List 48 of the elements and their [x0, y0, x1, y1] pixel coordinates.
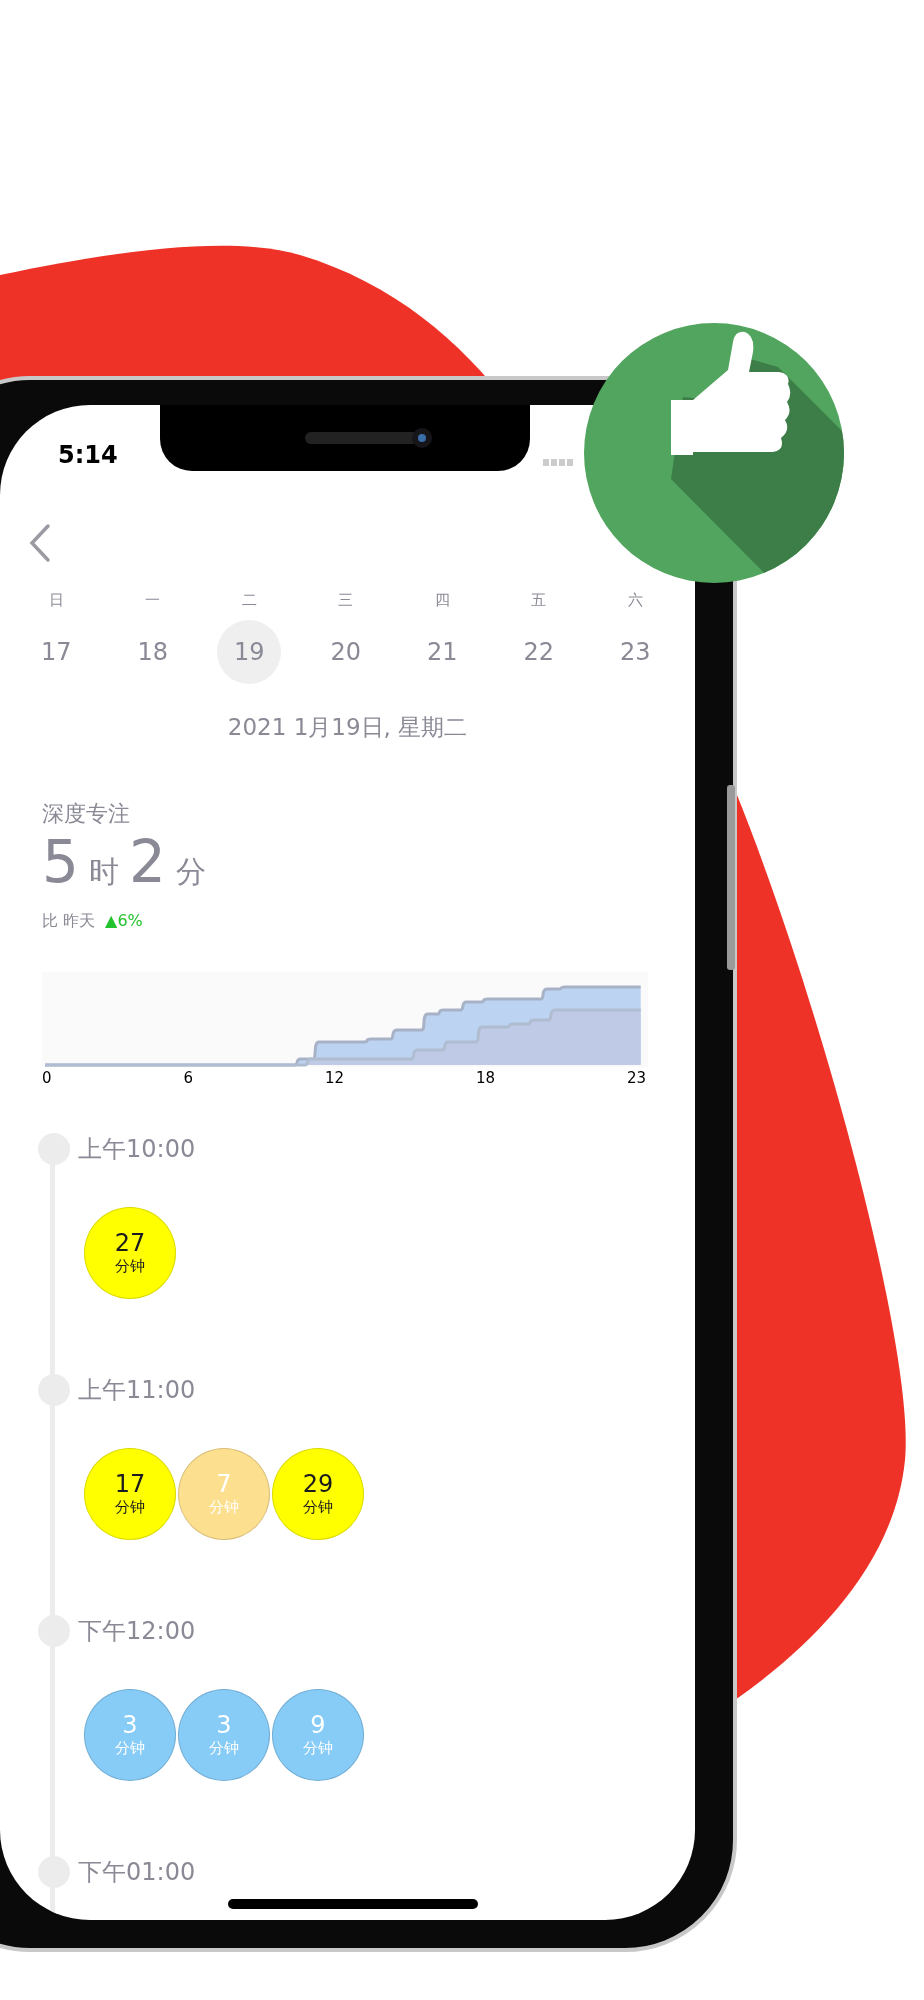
weekday-label: 一: [144, 590, 162, 611]
minutes-unit: 分钟: [303, 1738, 333, 1758]
hours-value: 5: [42, 829, 79, 895]
weekday-label: 五: [530, 590, 548, 611]
change-value: ▲6%: [105, 910, 143, 932]
minutes-value: 2: [128, 829, 166, 895]
time-label: 上午10:00: [78, 1134, 197, 1165]
date-item[interactable]: 17: [24, 620, 89, 684]
date-item[interactable]: 23: [603, 620, 668, 684]
date-item[interactable]: 22: [506, 620, 571, 684]
axis-label: 6: [183, 1068, 193, 1089]
time-label: 上午11:00: [78, 1375, 197, 1406]
weekday-label: 四: [433, 590, 451, 611]
time-label: 下午12:00: [78, 1616, 197, 1647]
minutes-value: 7: [216, 1471, 232, 1497]
minutes-value: 27: [114, 1230, 146, 1256]
minutes-value: 29: [302, 1471, 334, 1497]
date-item[interactable]: 18: [120, 620, 185, 684]
minutes-unit: 分: [175, 853, 206, 891]
minutes-unit: 分钟: [303, 1497, 333, 1517]
axis-label: 0: [42, 1068, 52, 1089]
minutes-value: 17: [114, 1471, 146, 1497]
minutes-unit: 分钟: [115, 1497, 145, 1517]
weekday-label: 六: [626, 590, 644, 611]
minutes-value: 3: [216, 1712, 232, 1738]
minutes-unit: 分钟: [115, 1738, 145, 1758]
minutes-value: 9: [310, 1712, 326, 1738]
hours-unit: 时: [88, 853, 119, 891]
minutes-unit: 分钟: [115, 1256, 145, 1276]
compare-label: 比 昨天: [42, 910, 96, 932]
axis-label: 12: [324, 1068, 344, 1089]
minutes-unit: 分钟: [209, 1497, 239, 1517]
date-item[interactable]: 20: [313, 620, 378, 684]
time-label: 下午01:00: [78, 1857, 197, 1888]
minutes-unit: 分钟: [209, 1738, 239, 1758]
minutes-value: 3: [122, 1712, 138, 1738]
section-title: 深度专注: [42, 800, 131, 828]
back-icon[interactable]: [28, 522, 52, 563]
date-title: 2021 1月19日, 星期二: [226, 713, 469, 742]
axis-label: 18: [475, 1068, 495, 1089]
status-time: 5:14: [58, 440, 118, 471]
weekday-label: 二: [240, 590, 258, 611]
weekday-label: 三: [337, 590, 355, 611]
date-item[interactable]: 19: [217, 620, 282, 684]
date-item[interactable]: 21: [410, 620, 475, 684]
axis-label: 23: [626, 1068, 646, 1089]
signal-icon: [543, 459, 575, 467]
weekday-label: 日: [47, 590, 65, 611]
